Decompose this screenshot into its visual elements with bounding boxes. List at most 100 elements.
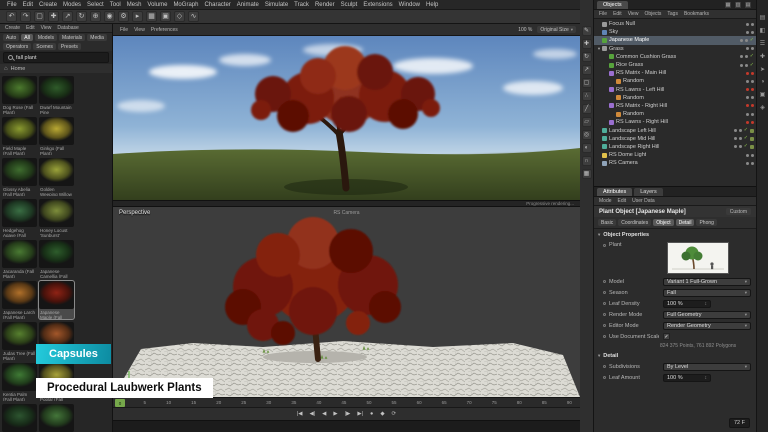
rotate-tool-icon[interactable]: ↻ bbox=[76, 11, 87, 22]
visibility-dot-editor[interactable] bbox=[746, 88, 749, 91]
asset-item[interactable]: Golden Weeping Willow bbox=[39, 158, 74, 196]
visibility-dot-render[interactable] bbox=[739, 145, 742, 148]
spline-icon[interactable]: ∿ bbox=[188, 11, 199, 22]
move-tool-icon[interactable]: ✚ bbox=[582, 39, 592, 49]
model-mode-icon[interactable]: ▢ bbox=[582, 78, 592, 88]
scale-tool-icon[interactable]: ↗ bbox=[582, 65, 592, 75]
menu-volume[interactable]: Volume bbox=[144, 2, 170, 8]
object-row[interactable]: Random bbox=[594, 77, 756, 85]
object-toggles[interactable] bbox=[746, 23, 754, 26]
keyframe-dot[interactable] bbox=[603, 365, 606, 368]
visibility-dot-render[interactable] bbox=[739, 129, 742, 132]
object-toggles[interactable] bbox=[746, 113, 754, 116]
visibility-dot-render[interactable] bbox=[751, 162, 754, 165]
info-icon[interactable]: ◈ bbox=[760, 104, 765, 111]
visibility-dot-editor[interactable] bbox=[734, 137, 737, 140]
attr-tab-object[interactable]: Object bbox=[653, 219, 673, 226]
keyframe-dot[interactable] bbox=[603, 376, 606, 379]
visibility-dot-editor[interactable] bbox=[746, 47, 749, 50]
objects-menu-bookmarks[interactable]: Bookmarks bbox=[681, 11, 712, 17]
visibility-dot-editor[interactable] bbox=[734, 129, 737, 132]
enabled-check-icon[interactable]: ✓ bbox=[744, 136, 748, 141]
object-toggles[interactable] bbox=[746, 154, 754, 157]
object-toggles[interactable] bbox=[746, 47, 754, 50]
render-viewport[interactable] bbox=[113, 36, 580, 200]
object-toggles[interactable]: ✓ bbox=[740, 38, 754, 43]
polygons-mode-icon[interactable]: ▱ bbox=[582, 117, 592, 127]
material-tag-icon[interactable] bbox=[750, 137, 754, 141]
objects-menu-view[interactable]: View bbox=[625, 11, 642, 17]
menu-select[interactable]: Select bbox=[84, 2, 107, 8]
visibility-dot-editor[interactable] bbox=[746, 154, 749, 157]
visibility-dot-editor[interactable] bbox=[746, 113, 749, 116]
zoom-level[interactable]: 100 % bbox=[518, 27, 532, 33]
menu-tool[interactable]: Tool bbox=[107, 2, 124, 8]
attr-menu-mode[interactable]: Mode bbox=[596, 198, 615, 204]
visibility-dot-render[interactable] bbox=[745, 64, 748, 67]
asset-item[interactable]: Dog Rose (Fall Plant) bbox=[2, 76, 37, 114]
object-row[interactable]: Random bbox=[594, 94, 756, 102]
visibility-dot-render[interactable] bbox=[751, 80, 754, 83]
volume-icon[interactable]: ◇ bbox=[174, 11, 185, 22]
asset-menu-view[interactable]: View bbox=[38, 25, 55, 31]
visibility-dot-render[interactable] bbox=[751, 47, 754, 50]
structure-icon[interactable]: ☰ bbox=[760, 40, 765, 47]
record-icon[interactable]: ● bbox=[370, 411, 373, 417]
visibility-dot-render[interactable] bbox=[751, 104, 754, 107]
coordinates-icon[interactable]: ◧ bbox=[760, 27, 766, 34]
asset-item[interactable]: Kentia Palm (Fall Plant) bbox=[2, 363, 37, 401]
redo-icon[interactable]: ↷ bbox=[20, 11, 31, 22]
object-toggles[interactable] bbox=[746, 162, 754, 165]
object-toggles[interactable]: ✓ bbox=[740, 54, 754, 59]
renderview-menu-file[interactable]: File bbox=[117, 27, 131, 33]
object-row[interactable]: RS Dome Light bbox=[594, 151, 756, 159]
object-toggles[interactable] bbox=[746, 72, 754, 75]
visibility-dot-render[interactable] bbox=[739, 137, 742, 140]
attr-menu-user-data[interactable]: User Data bbox=[629, 198, 658, 204]
timeline-ruler[interactable]: 0 051015202530354045505560657075808590 bbox=[113, 397, 580, 407]
objects-menu-tags[interactable]: Tags bbox=[664, 11, 681, 17]
enabled-check-icon[interactable]: ✓ bbox=[750, 38, 754, 43]
menu-extensions[interactable]: Extensions bbox=[360, 2, 395, 8]
tab-attributes[interactable]: Attributes bbox=[597, 188, 632, 196]
visibility-dot-render[interactable] bbox=[751, 72, 754, 75]
material-tag-icon[interactable] bbox=[750, 145, 754, 149]
object-row[interactable]: RS Lawns - Left Hill bbox=[594, 86, 756, 94]
menu-help[interactable]: Help bbox=[423, 2, 441, 8]
layout-2-icon[interactable]: ▥ bbox=[734, 1, 742, 9]
visibility-dot-render[interactable] bbox=[751, 88, 754, 91]
filter-operators[interactable]: Operators bbox=[3, 43, 31, 50]
current-frame-marker[interactable]: 0 bbox=[115, 399, 125, 407]
mograph-icon[interactable]: ▦ bbox=[146, 11, 157, 22]
keyframe-dot[interactable] bbox=[603, 335, 606, 338]
filter-materials[interactable]: Materials bbox=[59, 34, 85, 41]
enabled-check-icon[interactable]: ✓ bbox=[744, 144, 748, 149]
menu-simulate[interactable]: Simulate bbox=[262, 2, 291, 8]
visibility-dot-render[interactable] bbox=[751, 23, 754, 26]
material-tag-icon[interactable] bbox=[750, 129, 754, 133]
object-row[interactable]: Rice Grass✓ bbox=[594, 61, 756, 69]
asset-item[interactable]: Jacaranda (Fall Plant) bbox=[2, 240, 37, 278]
render-view-icon[interactable]: ◉ bbox=[104, 11, 115, 22]
object-row[interactable]: Landscape Right Hill✓ bbox=[594, 143, 756, 151]
prev-key-icon[interactable]: ◀| bbox=[310, 411, 316, 417]
select-tool-icon[interactable]: ▢ bbox=[34, 11, 45, 22]
object-row[interactable]: Japanese Maple✓ bbox=[594, 36, 756, 44]
menu-modes[interactable]: Modes bbox=[60, 2, 84, 8]
object-row[interactable]: Common Cushion Grass✓ bbox=[594, 53, 756, 61]
menu-animate[interactable]: Animate bbox=[234, 2, 262, 8]
object-row[interactable]: Landscape Mid Hill✓ bbox=[594, 135, 756, 143]
visibility-dot-editor[interactable] bbox=[740, 55, 743, 58]
snap-icon[interactable]: ∩ bbox=[582, 156, 592, 166]
visibility-dot-render[interactable] bbox=[751, 121, 754, 124]
objects-menu-file[interactable]: File bbox=[596, 11, 610, 17]
menu-render[interactable]: Render bbox=[312, 2, 338, 8]
asset-item[interactable]: Honey Locust 'Sunburst' bbox=[39, 199, 74, 237]
object-row[interactable]: Sky bbox=[594, 28, 756, 36]
points-mode-icon[interactable]: ∴ bbox=[582, 91, 592, 101]
attr-tab-coordinates[interactable]: Coordinates bbox=[618, 219, 651, 226]
render-settings-icon[interactable]: ⚙ bbox=[118, 11, 129, 22]
attr-tab-phong[interactable]: Phong bbox=[696, 219, 716, 226]
size-mode-dropdown[interactable]: Original Size ▾ bbox=[537, 26, 576, 33]
frame-field[interactable]: 72 F bbox=[729, 418, 750, 428]
